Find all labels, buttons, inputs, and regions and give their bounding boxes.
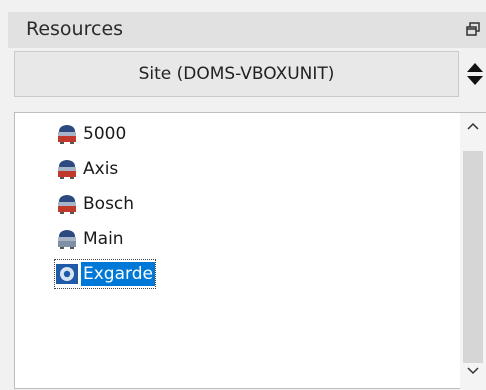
server-icon	[58, 195, 76, 214]
tree-item-main[interactable]: Main	[55, 225, 126, 253]
tree-item-axis[interactable]: Axis	[55, 155, 120, 183]
tree-item-exgarde[interactable]: Exgarde	[54, 259, 156, 289]
scroll-up-icon[interactable]	[466, 121, 480, 131]
server-icon	[58, 230, 76, 249]
resource-tree[interactable]: 5000 Axis Bosch Main Exgarde	[14, 112, 486, 390]
site-selector-box[interactable]: Site (DOMS-VBOXUNIT)	[14, 51, 459, 97]
vertical-scrollbar[interactable]	[460, 113, 486, 390]
scroll-down-icon[interactable]	[466, 366, 480, 376]
tree-item-label: Main	[83, 229, 124, 249]
tree-item-5000[interactable]: 5000	[55, 120, 128, 148]
float-window-icon[interactable]	[466, 21, 480, 37]
scroll-thumb[interactable]	[463, 151, 483, 363]
resources-panel: Resources Site (DOMS-VBOXUNIT) 5000 Axis…	[0, 0, 486, 390]
tree-item-label: Bosch	[83, 194, 135, 214]
updown-arrows-icon[interactable]	[465, 60, 485, 88]
tree-item-label: 5000	[83, 124, 127, 144]
tree-item-label: Axis	[83, 159, 119, 179]
server-icon	[58, 125, 76, 144]
gear-icon	[56, 264, 78, 284]
panel-titlebar: Resources	[8, 12, 486, 48]
tree-item-bosch[interactable]: Bosch	[55, 190, 136, 218]
site-selector-value: Site (DOMS-VBOXUNIT)	[138, 64, 335, 84]
tree-item-label: Exgarde	[81, 262, 155, 286]
server-icon	[58, 160, 76, 179]
panel-title: Resources	[26, 18, 124, 40]
site-selector[interactable]: Site (DOMS-VBOXUNIT)	[14, 51, 486, 97]
